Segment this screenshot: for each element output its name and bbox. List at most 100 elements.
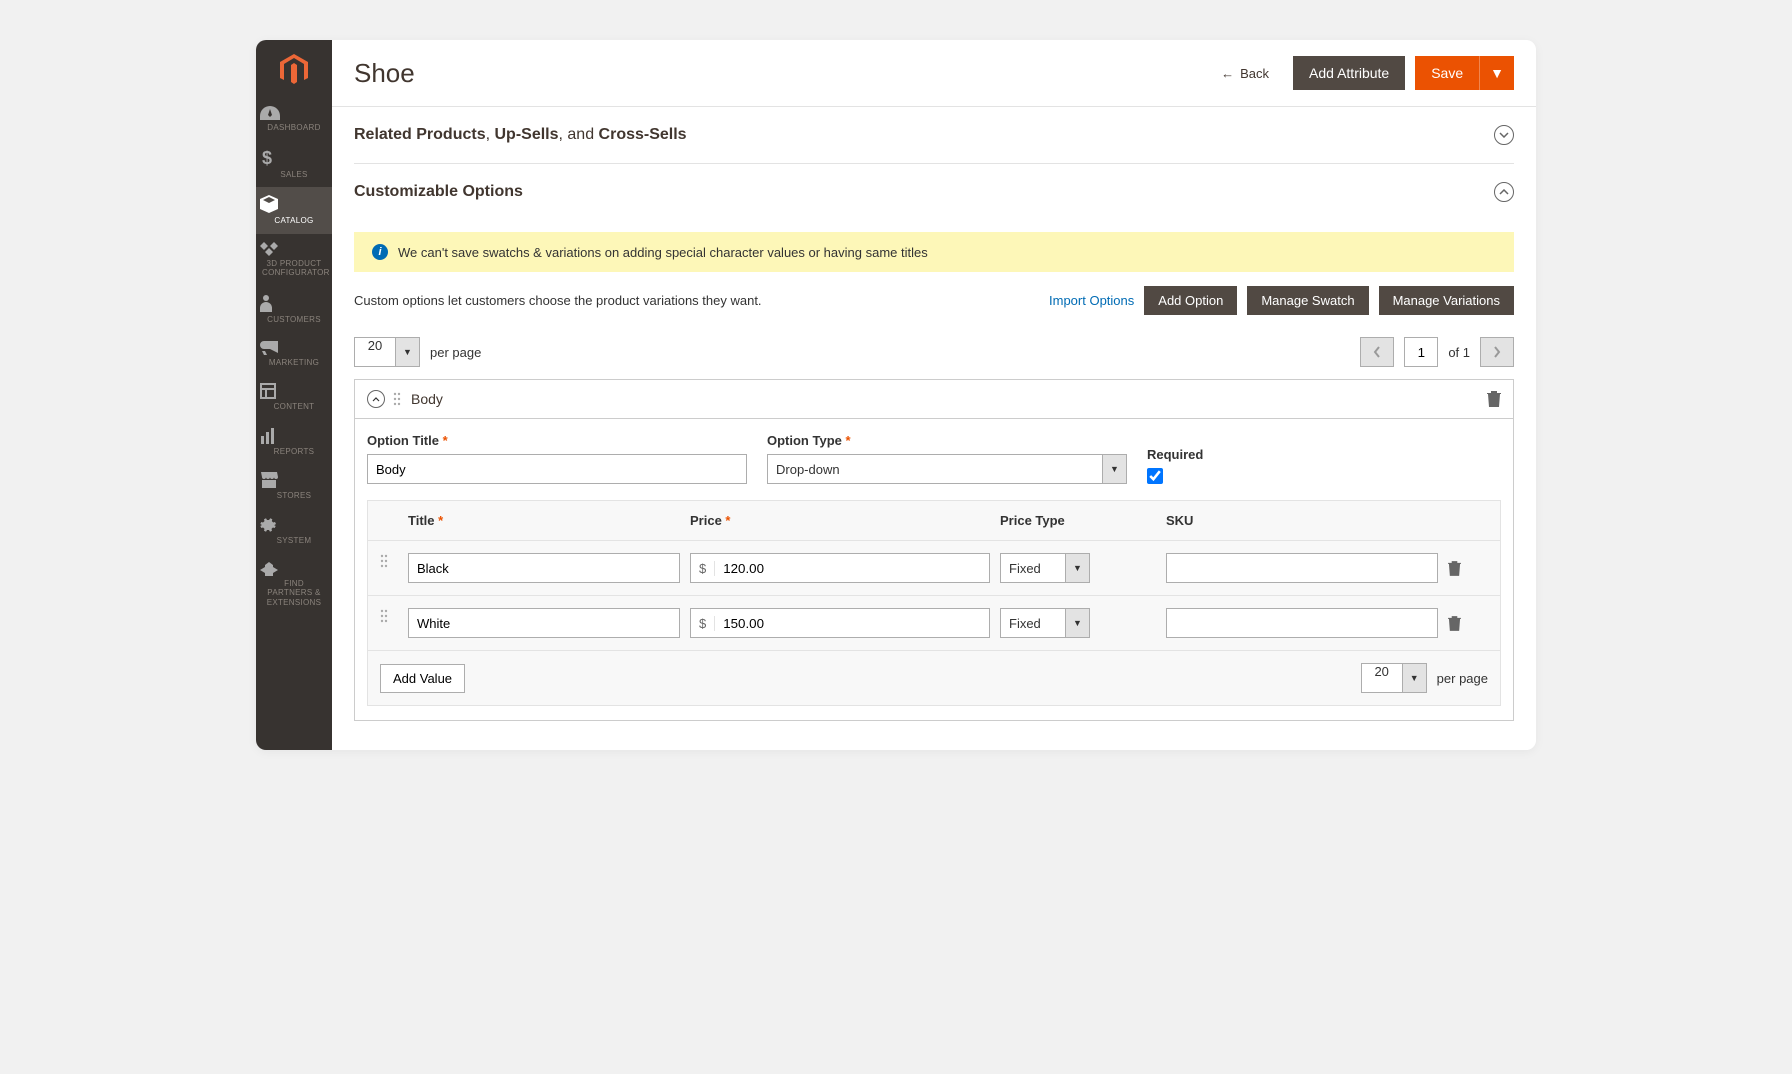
- sidebar-item-label: CONTENT: [260, 402, 328, 412]
- svg-text:$: $: [262, 149, 272, 167]
- collapse-option-button[interactable]: [367, 390, 385, 408]
- sidebar-item-stores[interactable]: STORES: [256, 464, 332, 509]
- value-price-input[interactable]: $: [690, 608, 990, 638]
- back-label: Back: [1240, 66, 1269, 81]
- caret-down-icon: ▼: [1490, 65, 1504, 81]
- drag-handle-icon[interactable]: [380, 609, 408, 623]
- manage-variations-button[interactable]: Manage Variations: [1379, 286, 1514, 315]
- store-icon: [260, 472, 328, 488]
- info-icon: i: [372, 244, 388, 260]
- sidebar-item-content[interactable]: CONTENT: [256, 375, 332, 420]
- section-header-custom[interactable]: Customizable Options: [354, 164, 1514, 220]
- next-page-button[interactable]: [1480, 337, 1514, 367]
- value-title-input[interactable]: [408, 553, 680, 583]
- megaphone-icon: [260, 341, 328, 355]
- value-sku-input[interactable]: [1166, 553, 1438, 583]
- person-icon: [260, 294, 328, 312]
- per-page-select-footer[interactable]: 20 ▼: [1361, 663, 1427, 693]
- arrow-left-icon: ←: [1221, 66, 1234, 81]
- notice-text: We can't save swatchs & variations on ad…: [398, 245, 928, 260]
- layout-icon: [260, 383, 328, 399]
- sidebar-item-catalog[interactable]: CATALOG: [256, 187, 332, 234]
- box-icon: [260, 195, 328, 213]
- page-header: Shoe ← Back Add Attribute Save ▼: [332, 40, 1536, 107]
- warning-notice: i We can't save swatchs & variations on …: [354, 232, 1514, 272]
- per-page-label: per page: [430, 345, 481, 360]
- per-page-value: 20: [355, 338, 395, 366]
- add-attribute-button[interactable]: Add Attribute: [1293, 56, 1405, 90]
- add-value-button[interactable]: Add Value: [380, 664, 465, 693]
- partners-icon: [260, 562, 328, 576]
- sidebar-item-label: SYSTEM: [260, 536, 328, 546]
- sidebar-item-label: DASHBOARD: [260, 123, 328, 133]
- per-page-label: per page: [1437, 671, 1488, 686]
- caret-down-icon: ▼: [1402, 664, 1426, 692]
- import-options-link[interactable]: Import Options: [1049, 293, 1134, 308]
- drag-handle-icon[interactable]: [380, 554, 408, 568]
- sidebar-item-label: FIND PARTNERS & EXTENSIONS: [260, 579, 328, 608]
- bar-chart-icon: [260, 428, 328, 444]
- chevron-down-icon: [1494, 125, 1514, 145]
- value-sku-input[interactable]: [1166, 608, 1438, 638]
- section-header-related[interactable]: Related Products, Up-Sells, and Cross-Se…: [354, 107, 1514, 163]
- drag-handle-icon[interactable]: [393, 392, 401, 406]
- save-dropdown-toggle[interactable]: ▼: [1479, 56, 1514, 90]
- 3d-icon: [260, 242, 328, 256]
- required-checkbox[interactable]: [1147, 468, 1163, 484]
- price-type-select[interactable]: Fixed▼: [1000, 553, 1090, 583]
- delete-value-button[interactable]: [1448, 561, 1478, 576]
- sidebar-item-label: CATALOG: [260, 216, 328, 226]
- table-row: $ Fixed▼: [368, 540, 1500, 595]
- back-button[interactable]: ← Back: [1207, 66, 1283, 81]
- col-price-type: Price Type: [1000, 513, 1166, 528]
- add-option-button[interactable]: Add Option: [1144, 286, 1237, 315]
- value-title-input[interactable]: [408, 608, 680, 638]
- sidebar-item-dashboard[interactable]: DASHBOARD: [256, 98, 332, 141]
- sidebar-item-label: REPORTS: [260, 447, 328, 457]
- sidebar-item-partners[interactable]: FIND PARTNERS & EXTENSIONS: [256, 554, 332, 616]
- price-field[interactable]: [715, 554, 989, 582]
- option-title-input[interactable]: [367, 454, 747, 484]
- option-title-label: Option Title: [367, 433, 747, 448]
- sidebar-item-label: 3D PRODUCT CONFIGURATOR: [260, 259, 328, 278]
- value-price-input[interactable]: $: [690, 553, 990, 583]
- sidebar-item-marketing[interactable]: MARKETING: [256, 333, 332, 376]
- col-sku: SKU: [1166, 513, 1448, 528]
- caret-down-icon: ▼: [1065, 554, 1089, 582]
- options-description: Custom options let customers choose the …: [354, 293, 1049, 308]
- sidebar-item-label: CUSTOMERS: [260, 315, 328, 325]
- prev-page-button[interactable]: [1360, 337, 1394, 367]
- admin-sidebar: DASHBOARD $ SALES CATALOG 3D PRODUCT CON…: [256, 40, 332, 750]
- sidebar-item-sales[interactable]: $ SALES: [256, 141, 332, 188]
- per-page-select[interactable]: 20 ▼: [354, 337, 420, 367]
- caret-down-icon: ▼: [1102, 455, 1126, 483]
- delete-value-button[interactable]: [1448, 616, 1478, 631]
- option-type-select[interactable]: Drop-down ▼: [767, 454, 1127, 484]
- section-title: Customizable Options: [354, 183, 1494, 201]
- save-button[interactable]: Save: [1415, 56, 1479, 90]
- chevron-up-icon: [1494, 182, 1514, 202]
- sidebar-item-reports[interactable]: REPORTS: [256, 420, 332, 465]
- price-field[interactable]: [715, 609, 989, 637]
- sidebar-item-label: STORES: [260, 491, 328, 501]
- page-input[interactable]: [1404, 337, 1438, 367]
- option-type-label: Option Type: [767, 433, 1127, 448]
- sidebar-item-3d-configurator[interactable]: 3D PRODUCT CONFIGURATOR: [256, 234, 332, 286]
- table-row: $ Fixed▼: [368, 595, 1500, 650]
- delete-option-button[interactable]: [1487, 391, 1501, 407]
- price-type-select[interactable]: Fixed▼: [1000, 608, 1090, 638]
- magento-logo[interactable]: [280, 40, 308, 98]
- sidebar-item-label: SALES: [260, 170, 328, 180]
- sidebar-item-customers[interactable]: CUSTOMERS: [256, 286, 332, 333]
- section-related-products: Related Products, Up-Sells, and Cross-Se…: [354, 107, 1514, 164]
- dollar-icon: $: [260, 149, 328, 167]
- col-price: Price: [690, 513, 1000, 528]
- option-values-table: Title Price Price Type SKU $ Fixed▼: [367, 500, 1501, 706]
- gear-icon: [260, 517, 328, 533]
- sidebar-item-system[interactable]: SYSTEM: [256, 509, 332, 554]
- manage-swatch-button[interactable]: Manage Swatch: [1247, 286, 1368, 315]
- required-label: Required: [1147, 447, 1203, 462]
- caret-down-icon: ▼: [1065, 609, 1089, 637]
- option-name: Body: [411, 391, 1487, 407]
- sidebar-item-label: MARKETING: [260, 358, 328, 368]
